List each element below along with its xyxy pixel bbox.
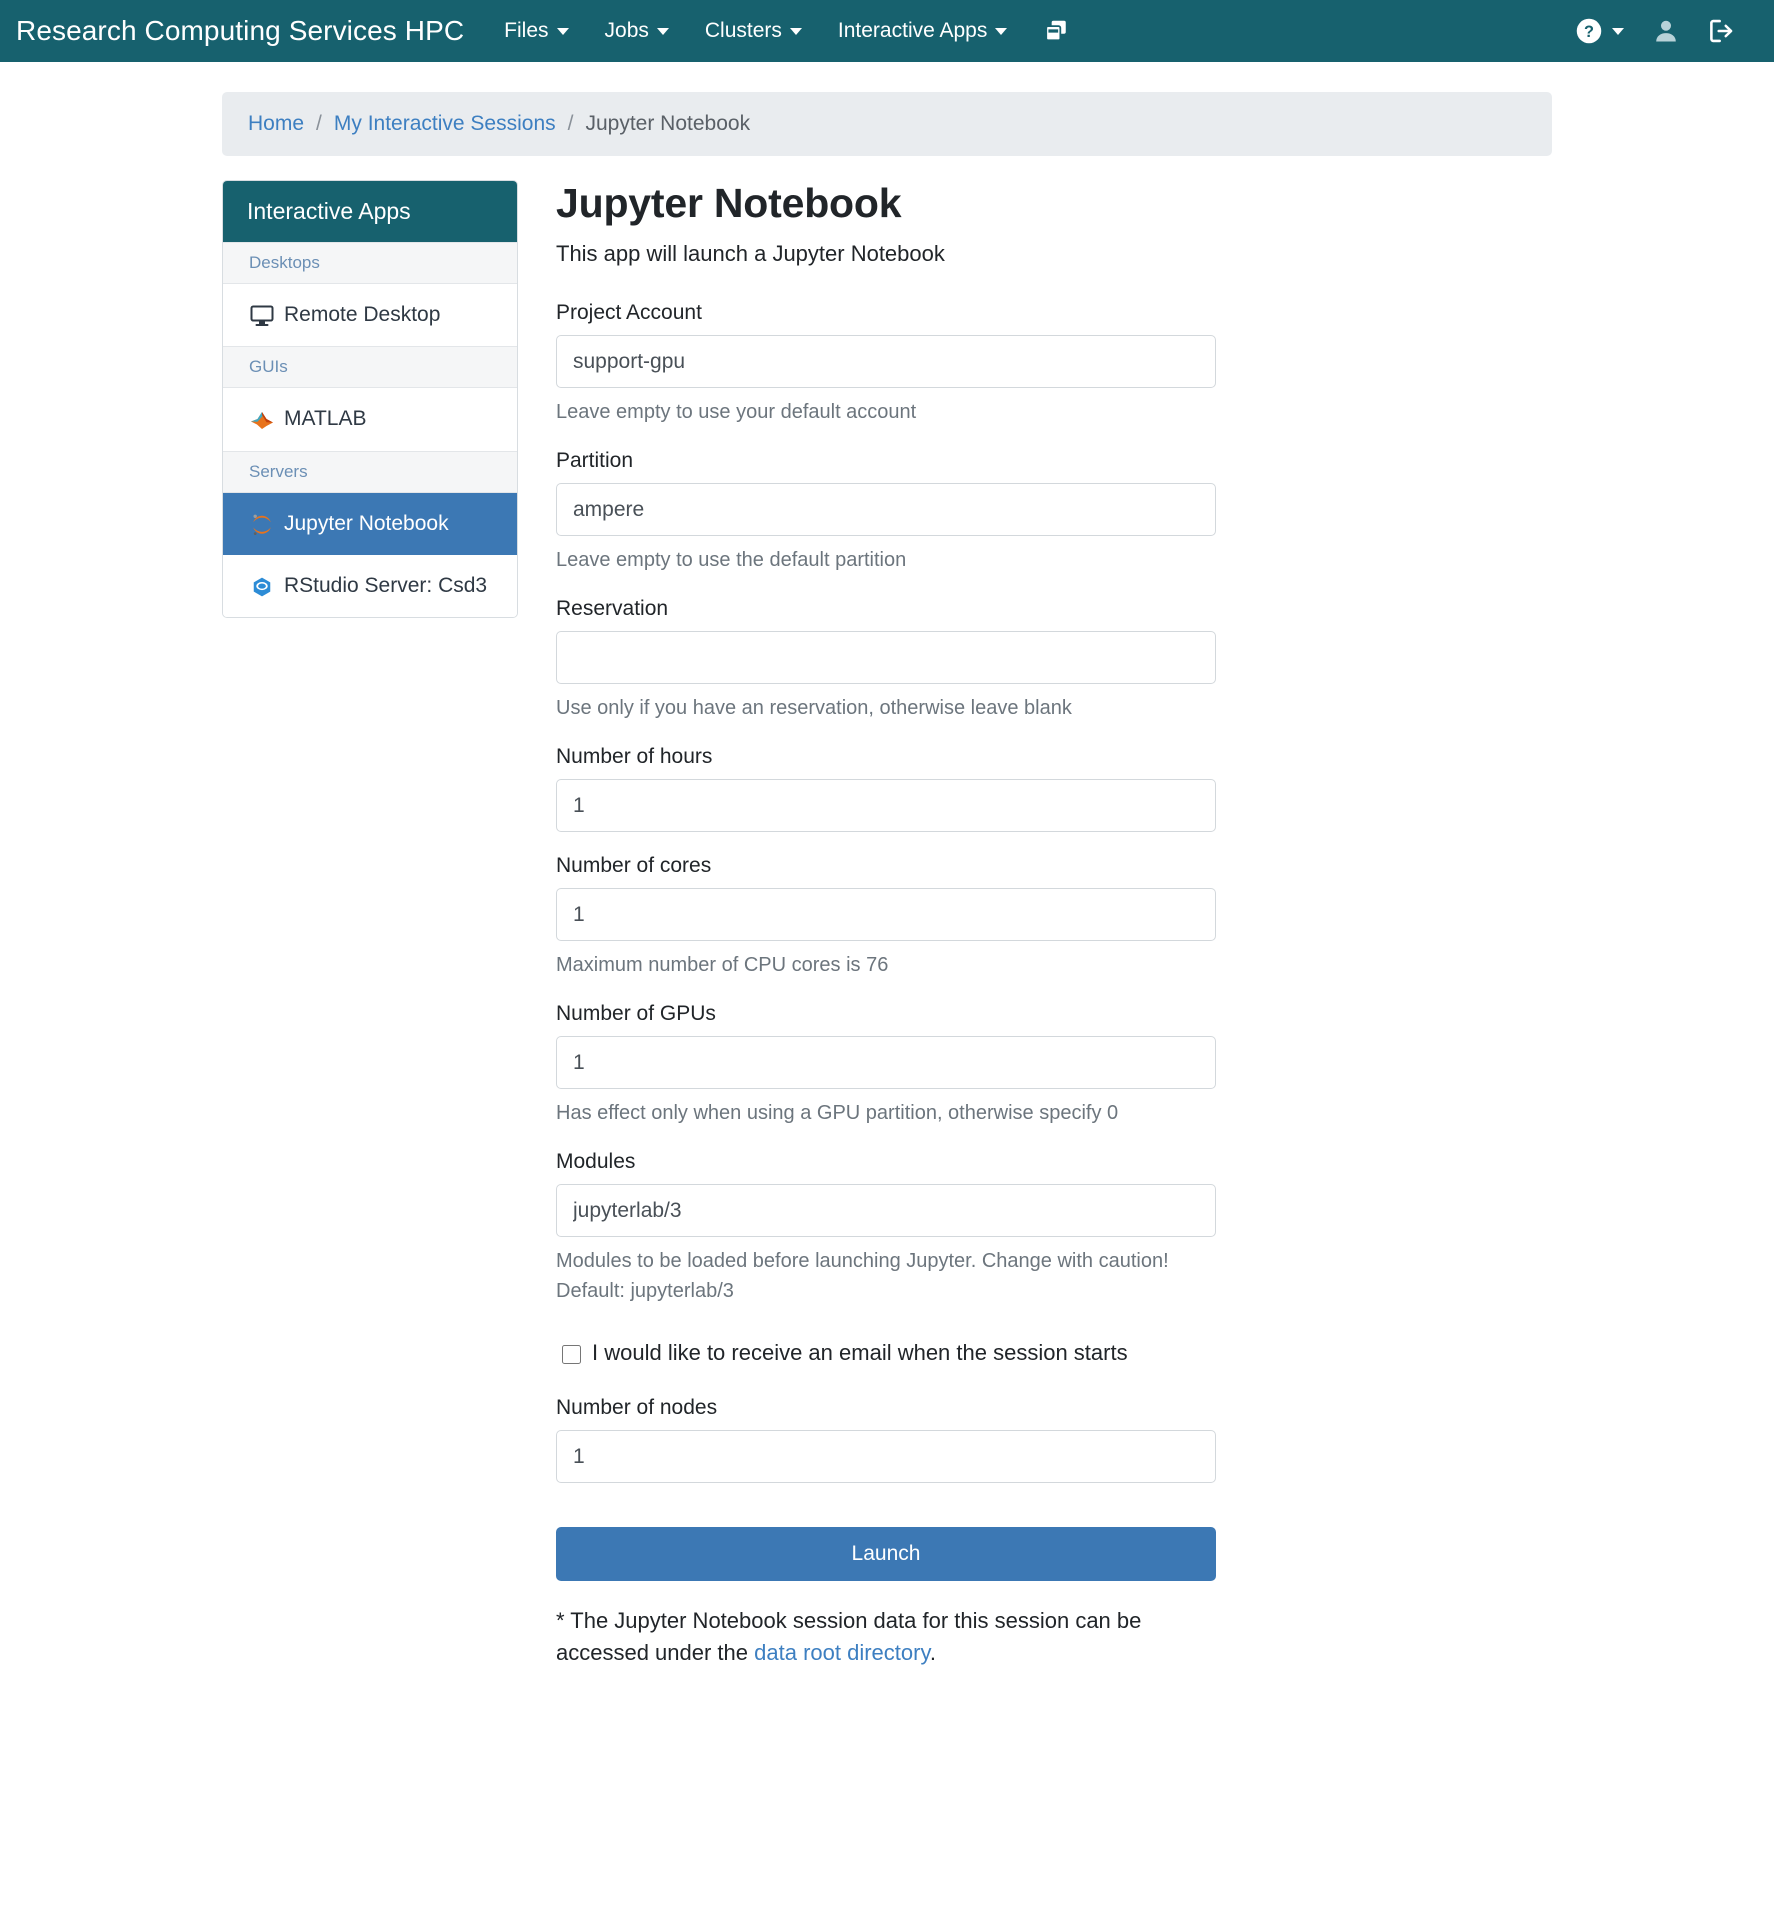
nav-menu-list: Files Jobs Clusters Interactive Apps (486, 10, 1087, 52)
nav-item-jobs[interactable]: Jobs (587, 11, 687, 51)
email-notification-checkbox[interactable] (562, 1345, 581, 1364)
partition-label: Partition (556, 449, 634, 472)
data-root-directory-link[interactable]: data root directory (754, 1640, 930, 1665)
hours-input[interactable] (556, 779, 1216, 832)
nav-item-files-label: Files (504, 19, 549, 42)
chevron-down-icon (789, 27, 802, 35)
hours-label: Number of hours (556, 745, 713, 768)
sidebar-item-rstudio-server[interactable]: RStudio Server: Csd3 (223, 555, 517, 618)
breadcrumb-item-my-interactive-sessions[interactable]: My Interactive Sessions (334, 112, 556, 136)
modules-help: Modules to be loaded before launching Ju… (556, 1246, 1246, 1306)
desktop-icon (249, 303, 275, 329)
sidebar-group-desktops: Desktops (223, 242, 517, 284)
two-column-layout: Interactive Apps Desktops Remote Desktop… (222, 180, 1552, 1691)
form-group-hours: Number of hours (556, 745, 1318, 832)
project-account-label: Project Account (556, 301, 702, 324)
reservation-help: Use only if you have an reservation, oth… (556, 697, 1072, 719)
interactive-apps-sidebar: Interactive Apps Desktops Remote Desktop… (222, 180, 518, 619)
chevron-down-icon (995, 27, 1008, 35)
brand-title[interactable]: Research Computing Services HPC (16, 15, 464, 47)
app-description: This app will launch a Jupyter Notebook (556, 241, 945, 266)
logout-button[interactable] (1694, 9, 1750, 53)
session-data-footnote: * The Jupyter Notebook session data for … (556, 1605, 1216, 1669)
email-notification-checkbox-group: I would like to receive an email when th… (562, 1340, 1318, 1366)
sidebar-item-matlab-label: MATLAB (284, 407, 367, 431)
launch-button[interactable]: Launch (556, 1527, 1216, 1581)
sidebar-item-remote-desktop-label: Remote Desktop (284, 303, 441, 326)
sidebar-item-matlab[interactable]: MATLAB (223, 388, 517, 451)
nav-right-group: ? (1561, 9, 1760, 53)
modules-label: Modules (556, 1150, 636, 1173)
cores-help: Maximum number of CPU cores is 76 (556, 954, 889, 976)
project-account-help: Leave empty to use your default account (556, 401, 917, 423)
breadcrumb: Home / My Interactive Sessions / Jupyter… (222, 92, 1552, 156)
windows-clone-icon (1045, 20, 1067, 42)
form-group-gpus: Number of GPUs Has effect only when usin… (556, 1002, 1318, 1128)
form-group-partition: Partition Leave empty to use the default… (556, 449, 1318, 575)
cores-label: Number of cores (556, 854, 712, 877)
sidebar-item-jupyter-notebook[interactable]: Jupyter Notebook (223, 492, 517, 556)
email-notification-label[interactable]: I would like to receive an email when th… (592, 1340, 1128, 1366)
gpus-help: Has effect only when using a GPU partiti… (556, 1102, 1119, 1124)
partition-input[interactable] (556, 483, 1216, 536)
form-group-nodes: Number of nodes (556, 1396, 1318, 1483)
chevron-down-icon (656, 27, 669, 35)
form-group-reservation: Reservation Use only if you have an rese… (556, 597, 1318, 723)
top-navbar: Research Computing Services HPC Files Jo… (0, 0, 1774, 62)
nodes-label: Number of nodes (556, 1396, 718, 1419)
partition-help: Leave empty to use the default partition (556, 549, 907, 571)
reservation-label: Reservation (556, 597, 669, 620)
nav-item-interactive-apps[interactable]: Interactive Apps (820, 11, 1025, 51)
jupyter-icon (249, 512, 275, 538)
form-group-project-account: Project Account Leave empty to use your … (556, 301, 1318, 427)
form-group-modules: Modules Modules to be loaded before laun… (556, 1150, 1318, 1306)
page-title: Jupyter Notebook (556, 180, 902, 226)
reservation-input[interactable] (556, 631, 1216, 684)
sidebar-item-jupyter-notebook-label: Jupyter Notebook (284, 511, 449, 535)
rstudio-icon (249, 574, 275, 600)
page-body: Home / My Interactive Sessions / Jupyter… (0, 92, 1774, 1691)
nav-item-interactive-apps-label: Interactive Apps (837, 19, 988, 42)
breadcrumb-separator: / (316, 112, 322, 135)
sidebar-item-rstudio-server-label: RStudio Server: Csd3 (284, 574, 488, 598)
gpus-input[interactable] (556, 1036, 1216, 1089)
content-container: Home / My Interactive Sessions / Jupyter… (222, 92, 1552, 1691)
sidebar-group-servers: Servers (223, 450, 517, 493)
breadcrumb-separator: / (567, 112, 574, 135)
nav-item-files[interactable]: Files (486, 11, 586, 51)
app-form-main: Jupyter Notebook This app will launch a … (518, 180, 1318, 1691)
nav-item-active-sessions[interactable] (1025, 10, 1087, 52)
modules-help-line-1: Modules to be loaded before launching Ju… (556, 1250, 1169, 1272)
nodes-input[interactable] (556, 1430, 1216, 1483)
svg-text:?: ? (1584, 23, 1594, 41)
chevron-down-icon (1612, 27, 1624, 35)
question-circle-icon: ? (1576, 18, 1602, 44)
sign-out-icon (1710, 19, 1733, 43)
sidebar-item-remote-desktop[interactable]: Remote Desktop (223, 284, 517, 347)
gpus-label: Number of GPUs (556, 1002, 716, 1025)
modules-help-line-2: Default: jupyterlab/3 (556, 1280, 734, 1302)
breadcrumb-item-home[interactable]: Home (248, 112, 304, 136)
project-account-input[interactable] (556, 335, 1216, 388)
nav-item-jobs-label: Jobs (604, 19, 649, 42)
form-group-cores: Number of cores Maximum number of CPU co… (556, 854, 1318, 980)
sidebar-group-guis: GUIs (223, 346, 517, 389)
modules-input[interactable] (556, 1184, 1216, 1237)
footnote-text-after: . (929, 1639, 936, 1665)
nav-item-clusters-label: Clusters (704, 19, 782, 42)
help-menu-button[interactable]: ? (1561, 9, 1638, 53)
matlab-icon (249, 407, 275, 433)
breadcrumb-item-current: Jupyter Notebook (585, 112, 751, 135)
chevron-down-icon (556, 27, 569, 35)
sidebar-header: Interactive Apps (223, 181, 517, 242)
user-menu-button[interactable] (1638, 9, 1694, 53)
cores-input[interactable] (556, 888, 1216, 941)
nav-item-clusters[interactable]: Clusters (687, 11, 820, 51)
user-icon (1656, 20, 1676, 42)
